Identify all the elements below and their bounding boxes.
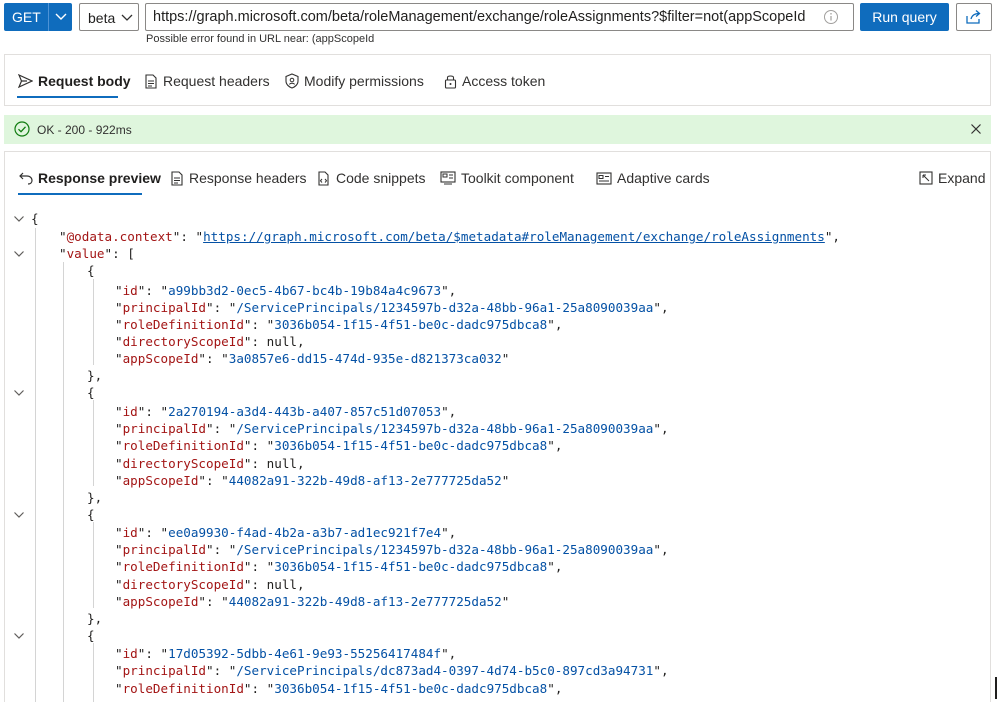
json-line: { — [0, 506, 999, 523]
tab-adaptive-cards[interactable]: Adaptive cards — [596, 164, 710, 192]
info-icon[interactable] — [823, 9, 839, 25]
json-line: }, — [87, 368, 103, 383]
json-line: }, — [87, 490, 103, 505]
json-line: "principalId": "/ServicePrincipals/12345… — [115, 542, 669, 557]
tab-access-token[interactable]: Access token — [444, 67, 545, 95]
tab-underline — [17, 96, 118, 98]
json-line: { — [0, 627, 999, 644]
run-query-button[interactable]: Run query — [860, 3, 949, 31]
expand-icon — [919, 171, 933, 185]
lock-icon — [444, 75, 457, 89]
json-line: }, — [87, 611, 103, 626]
tab-code-snippets[interactable]: Code snippets — [316, 164, 426, 192]
status-text: OK - 200 - 922ms — [37, 123, 132, 137]
tab-request-body[interactable]: Request body — [18, 67, 131, 95]
tab-request-headers[interactable]: Request headers — [144, 67, 270, 95]
json-line: "roleDefinitionId": "3036b054-1f15-4f51-… — [115, 438, 563, 453]
tab-underline — [18, 193, 142, 195]
undo-arrow-icon — [19, 172, 33, 185]
document-icon — [145, 73, 157, 89]
document-icon — [171, 170, 183, 186]
json-line: "@odata.context": "https://graph.microso… — [59, 229, 840, 244]
tab-response-preview[interactable]: Response preview — [19, 164, 161, 192]
json-line: "id": "2a270194-a3d4-443b-a407-857c51d07… — [115, 404, 457, 419]
send-icon — [18, 74, 33, 88]
component-icon — [440, 171, 456, 185]
json-line: "id": "ee0a9930-f4ad-4b2a-a3b7-ad1ec921f… — [115, 525, 457, 540]
shield-icon — [285, 73, 299, 89]
url-field[interactable] — [145, 3, 854, 31]
json-line: { — [0, 210, 999, 227]
code-file-icon — [318, 170, 329, 186]
odata-context-link[interactable]: https://graph.microsoft.com/beta/$metada… — [203, 229, 825, 244]
json-line: "appScopeId": "44082a91-322b-49d8-af13-2… — [115, 473, 510, 488]
chevron-down-icon[interactable] — [13, 509, 25, 521]
status-bar: OK - 200 - 922ms — [4, 115, 991, 144]
share-button[interactable] — [956, 3, 992, 31]
chevron-down-icon — [55, 13, 67, 20]
json-line: "principalId": "/ServicePrincipals/12345… — [115, 421, 669, 436]
chevron-down-icon[interactable] — [13, 213, 25, 225]
json-line: "directoryScopeId": null, — [115, 577, 305, 592]
json-line: "roleDefinitionId": "3036b054-1f15-4f51-… — [115, 559, 563, 574]
json-line: "value": [ — [0, 245, 999, 262]
json-line: "id": "a99bb3d2-0ec5-4b67-bc4b-19b84a4c9… — [115, 283, 457, 298]
chevron-down-icon[interactable] — [13, 630, 25, 642]
scrollbar-thumb[interactable] — [995, 677, 997, 699]
http-method-label: GET — [12, 9, 41, 25]
request-panel: Request body Request headers Modify perm… — [4, 54, 991, 106]
json-line: "id": "17d05392-5dbb-4e61-9e93-552564174… — [115, 646, 457, 661]
url-error-message: Possible error found in URL near: (appSc… — [146, 33, 375, 45]
query-bar: GET beta Possible error found in URL nea… — [0, 0, 999, 50]
chevron-down-icon[interactable] — [13, 387, 25, 399]
json-line: "appScopeId": "44082a91-322b-49d8-af13-2… — [115, 594, 510, 609]
version-label: beta — [88, 10, 116, 26]
json-line: "principalId": "/ServicePrincipals/12345… — [115, 300, 669, 315]
json-line: "roleDefinitionId": "3036b054-1f15-4f51-… — [115, 681, 563, 696]
json-line: { — [0, 384, 999, 401]
share-icon — [966, 10, 981, 24]
expand-button[interactable]: Expand — [919, 164, 985, 192]
version-dropdown[interactable]: beta — [79, 3, 139, 31]
url-input[interactable] — [146, 4, 806, 30]
json-line: "directoryScopeId": null, — [115, 334, 305, 349]
tab-response-headers[interactable]: Response headers — [170, 164, 307, 192]
tab-toolkit-component[interactable]: Toolkit component — [440, 164, 574, 192]
chevron-down-icon[interactable] — [13, 248, 25, 260]
json-line: "appScopeId": "3a0857e6-dd15-474d-935e-d… — [115, 351, 510, 366]
check-circle-icon — [14, 121, 30, 137]
card-icon — [596, 171, 612, 185]
close-icon[interactable] — [970, 123, 982, 135]
tab-modify-permissions[interactable]: Modify permissions — [285, 67, 424, 95]
http-method-dropdown[interactable]: GET — [4, 3, 72, 31]
json-line: "directoryScopeId": null, — [115, 456, 305, 471]
json-line: "principalId": "/ServicePrincipals/dc873… — [115, 663, 669, 678]
json-line: "roleDefinitionId": "3036b054-1f15-4f51-… — [115, 317, 563, 332]
json-line: { — [87, 263, 95, 278]
chevron-down-icon — [121, 14, 133, 21]
